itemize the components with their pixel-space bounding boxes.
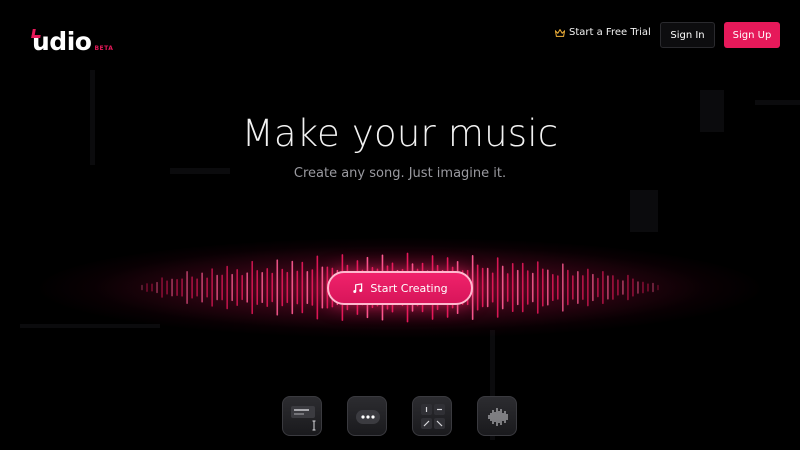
- free-trial-link[interactable]: Start a Free Trial: [555, 27, 651, 38]
- controls-icon: [421, 404, 445, 429]
- controls-tile[interactable]: [412, 396, 452, 436]
- text-prompt-icon: [291, 406, 316, 431]
- waveform-tile[interactable]: [477, 396, 517, 436]
- free-trial-label: Start a Free Trial: [569, 27, 651, 38]
- background-shape: [20, 324, 160, 328]
- crown-icon: [555, 28, 565, 37]
- sign-up-button[interactable]: Sign Up: [724, 22, 780, 48]
- beta-badge: BETA: [94, 45, 114, 52]
- start-creating-button[interactable]: Start Creating: [327, 271, 473, 305]
- start-creating-label: Start Creating: [370, 281, 448, 295]
- sign-in-button[interactable]: Sign In: [660, 22, 715, 48]
- page-subtitle: Create any song. Just imagine it.: [293, 166, 507, 181]
- background-shape: [630, 190, 658, 232]
- music-note-icon: [353, 282, 363, 293]
- udio-logo[interactable]: udio BETA: [31, 20, 114, 54]
- text-prompt-tile[interactable]: [282, 396, 322, 436]
- page-title: Make your music: [241, 112, 559, 155]
- logo-mark-icon: [31, 29, 42, 38]
- waveform-icon: [488, 408, 508, 426]
- more-options-icon: [356, 410, 380, 424]
- more-options-tile[interactable]: [347, 396, 387, 436]
- background-shape: [755, 100, 800, 105]
